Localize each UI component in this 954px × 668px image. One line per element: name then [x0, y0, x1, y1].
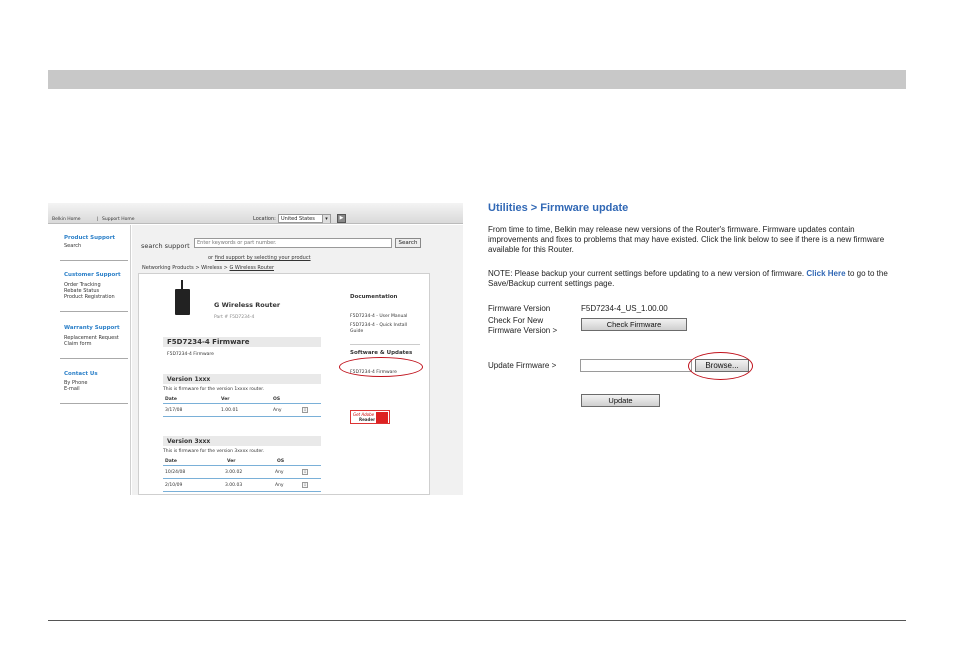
col-date: Date — [165, 397, 177, 402]
check-new-label: Check For New — [488, 316, 544, 325]
firmware-heading-bar: F5D7234-4 Firmware — [163, 337, 321, 347]
sidebar-divider — [60, 358, 128, 359]
firmware-update-screenshot: Utilities > Firmware update From time to… — [488, 196, 906, 416]
product-panel: G Wireless Router Part # F5D7234-4 F5D72… — [138, 273, 430, 495]
find-support-link[interactable]: find support by selecting your product — [215, 255, 311, 261]
table-divider — [163, 491, 321, 492]
sidebar-item-claim-form[interactable]: Claim form — [64, 341, 91, 347]
sidebar-divider — [60, 311, 128, 312]
adobe-logo-icon — [376, 412, 388, 423]
doc-link-user-manual[interactable]: F5D7234-4 - User Manual — [350, 314, 420, 320]
firmware-version-label: Firmware Version — [488, 304, 551, 313]
firmware-file-input[interactable] — [580, 359, 692, 372]
adobe-reader-badge[interactable]: Get Adobe Reader — [350, 410, 390, 424]
sidebar-divider — [60, 403, 128, 404]
row-os: Any — [273, 408, 282, 413]
table-divider — [163, 465, 321, 466]
row-date: 2/10/09 — [165, 483, 183, 488]
version-title: Version 3xxx — [167, 438, 211, 445]
doc-link-quick-install[interactable]: F5D7234-4 - Quick Install Guide — [350, 323, 420, 335]
footer-divider — [48, 620, 906, 621]
page-title: Utilities > Firmware update — [488, 202, 629, 214]
click-here-link[interactable]: Click Here — [806, 269, 845, 278]
breadcrumb: Networking Products > Wireless > G Wirel… — [142, 265, 274, 271]
version-heading-bar: Version 3xxx — [163, 436, 321, 446]
row-ver: 3.00.02 — [225, 470, 243, 475]
download-icon[interactable]: ⇩ — [302, 469, 308, 475]
firmware-description: From time to time, Belkin may release ne… — [488, 225, 885, 254]
col-ver: Ver — [227, 459, 236, 464]
highlight-circle — [339, 357, 423, 377]
documentation-heading: Documentation — [350, 294, 398, 300]
highlight-circle — [688, 352, 753, 380]
version-title: Version 1xxx — [167, 376, 211, 383]
support-top-nav: Belkin Home | Support Home Location: Uni… — [48, 203, 463, 224]
find-support-line: or find support by selecting your produc… — [208, 255, 311, 261]
row-date: 3/17/08 — [165, 408, 183, 413]
nav-separator: | — [97, 217, 99, 222]
chevron-down-icon: ▾ — [322, 215, 330, 223]
table-divider — [163, 478, 321, 479]
download-icon[interactable]: ⇩ — [302, 407, 308, 413]
sidebar-item-product-registration[interactable]: Product Registration — [64, 294, 115, 300]
sidebar-item-search[interactable]: Search — [64, 243, 81, 249]
col-date: Date — [165, 459, 177, 464]
search-input[interactable]: Enter keywords or part number. — [194, 238, 392, 248]
check-firmware-button[interactable]: Check Firmware — [581, 318, 687, 331]
support-sidebar: Product Support Search Customer Support … — [48, 225, 131, 495]
adobe-reader-text: Reader — [359, 417, 376, 422]
belkin-support-screenshot: Belkin Home | Support Home Location: Uni… — [48, 203, 463, 495]
support-home-link[interactable]: Support Home — [102, 217, 135, 222]
row-ver: 3.00.03 — [225, 483, 243, 488]
doc-divider — [350, 344, 420, 345]
breadcrumb-path[interactable]: Networking Products > Wireless > — [142, 265, 229, 271]
header-bar — [48, 70, 906, 89]
firmware-version-value: F5D7234-4_US_1.00.00 — [581, 304, 668, 313]
note-text: NOTE: Please backup your current setting… — [488, 269, 807, 278]
location-go-button[interactable]: ▶ — [337, 214, 346, 223]
sidebar-heading-customer-support[interactable]: Customer Support — [64, 272, 121, 278]
col-os: OS — [277, 459, 285, 464]
location-label: Location: — [253, 216, 276, 222]
row-os: Any — [275, 470, 284, 475]
check-new-label-2: Firmware Version > — [488, 326, 558, 335]
version-heading-bar: Version 1xxx — [163, 374, 321, 384]
belkin-home-link[interactable]: Belkin Home — [52, 217, 81, 222]
software-updates-heading: Software & Updates — [350, 350, 413, 356]
table-divider — [163, 416, 321, 417]
row-ver: 1.00.01 — [221, 408, 239, 413]
col-ver: Ver — [221, 397, 230, 402]
search-button[interactable]: Search — [395, 238, 421, 248]
sidebar-heading-product-support[interactable]: Product Support — [64, 235, 115, 241]
version-note: This is firmware for the version 3xxxx r… — [163, 449, 265, 454]
location-value: United States — [281, 216, 315, 222]
firmware-subtitle: F5D7234-4 Firmware — [167, 352, 214, 357]
sidebar-heading-contact-us[interactable]: Contact Us — [64, 371, 98, 377]
sidebar-heading-warranty-support[interactable]: Warranty Support — [64, 325, 120, 331]
location-select[interactable]: United States ▾ — [278, 214, 331, 223]
row-date: 10/24/08 — [165, 470, 186, 475]
update-button[interactable]: Update — [581, 394, 660, 407]
support-main: search support Enter keywords or part nu… — [132, 225, 463, 495]
firmware-heading: F5D7234-4 Firmware — [167, 338, 250, 346]
row-os: Any — [275, 483, 284, 488]
router-image — [175, 280, 190, 315]
update-firmware-label: Update Firmware > — [488, 361, 557, 370]
product-part-number: Part # F5D7234-4 — [214, 315, 255, 320]
col-os: OS — [273, 397, 281, 402]
download-icon[interactable]: ⇩ — [302, 482, 308, 488]
backup-note: NOTE: Please backup your current setting… — [488, 269, 888, 289]
sidebar-divider — [60, 260, 128, 261]
find-prefix: or — [208, 255, 214, 261]
search-support-label: search support — [141, 242, 190, 250]
product-title: G Wireless Router — [214, 301, 281, 309]
table-divider — [163, 403, 321, 404]
version-note: This is firmware for the version 1xxxx r… — [163, 387, 265, 392]
breadcrumb-current[interactable]: G Wireless Router — [229, 265, 274, 271]
sidebar-item-email[interactable]: E-mail — [64, 386, 80, 392]
